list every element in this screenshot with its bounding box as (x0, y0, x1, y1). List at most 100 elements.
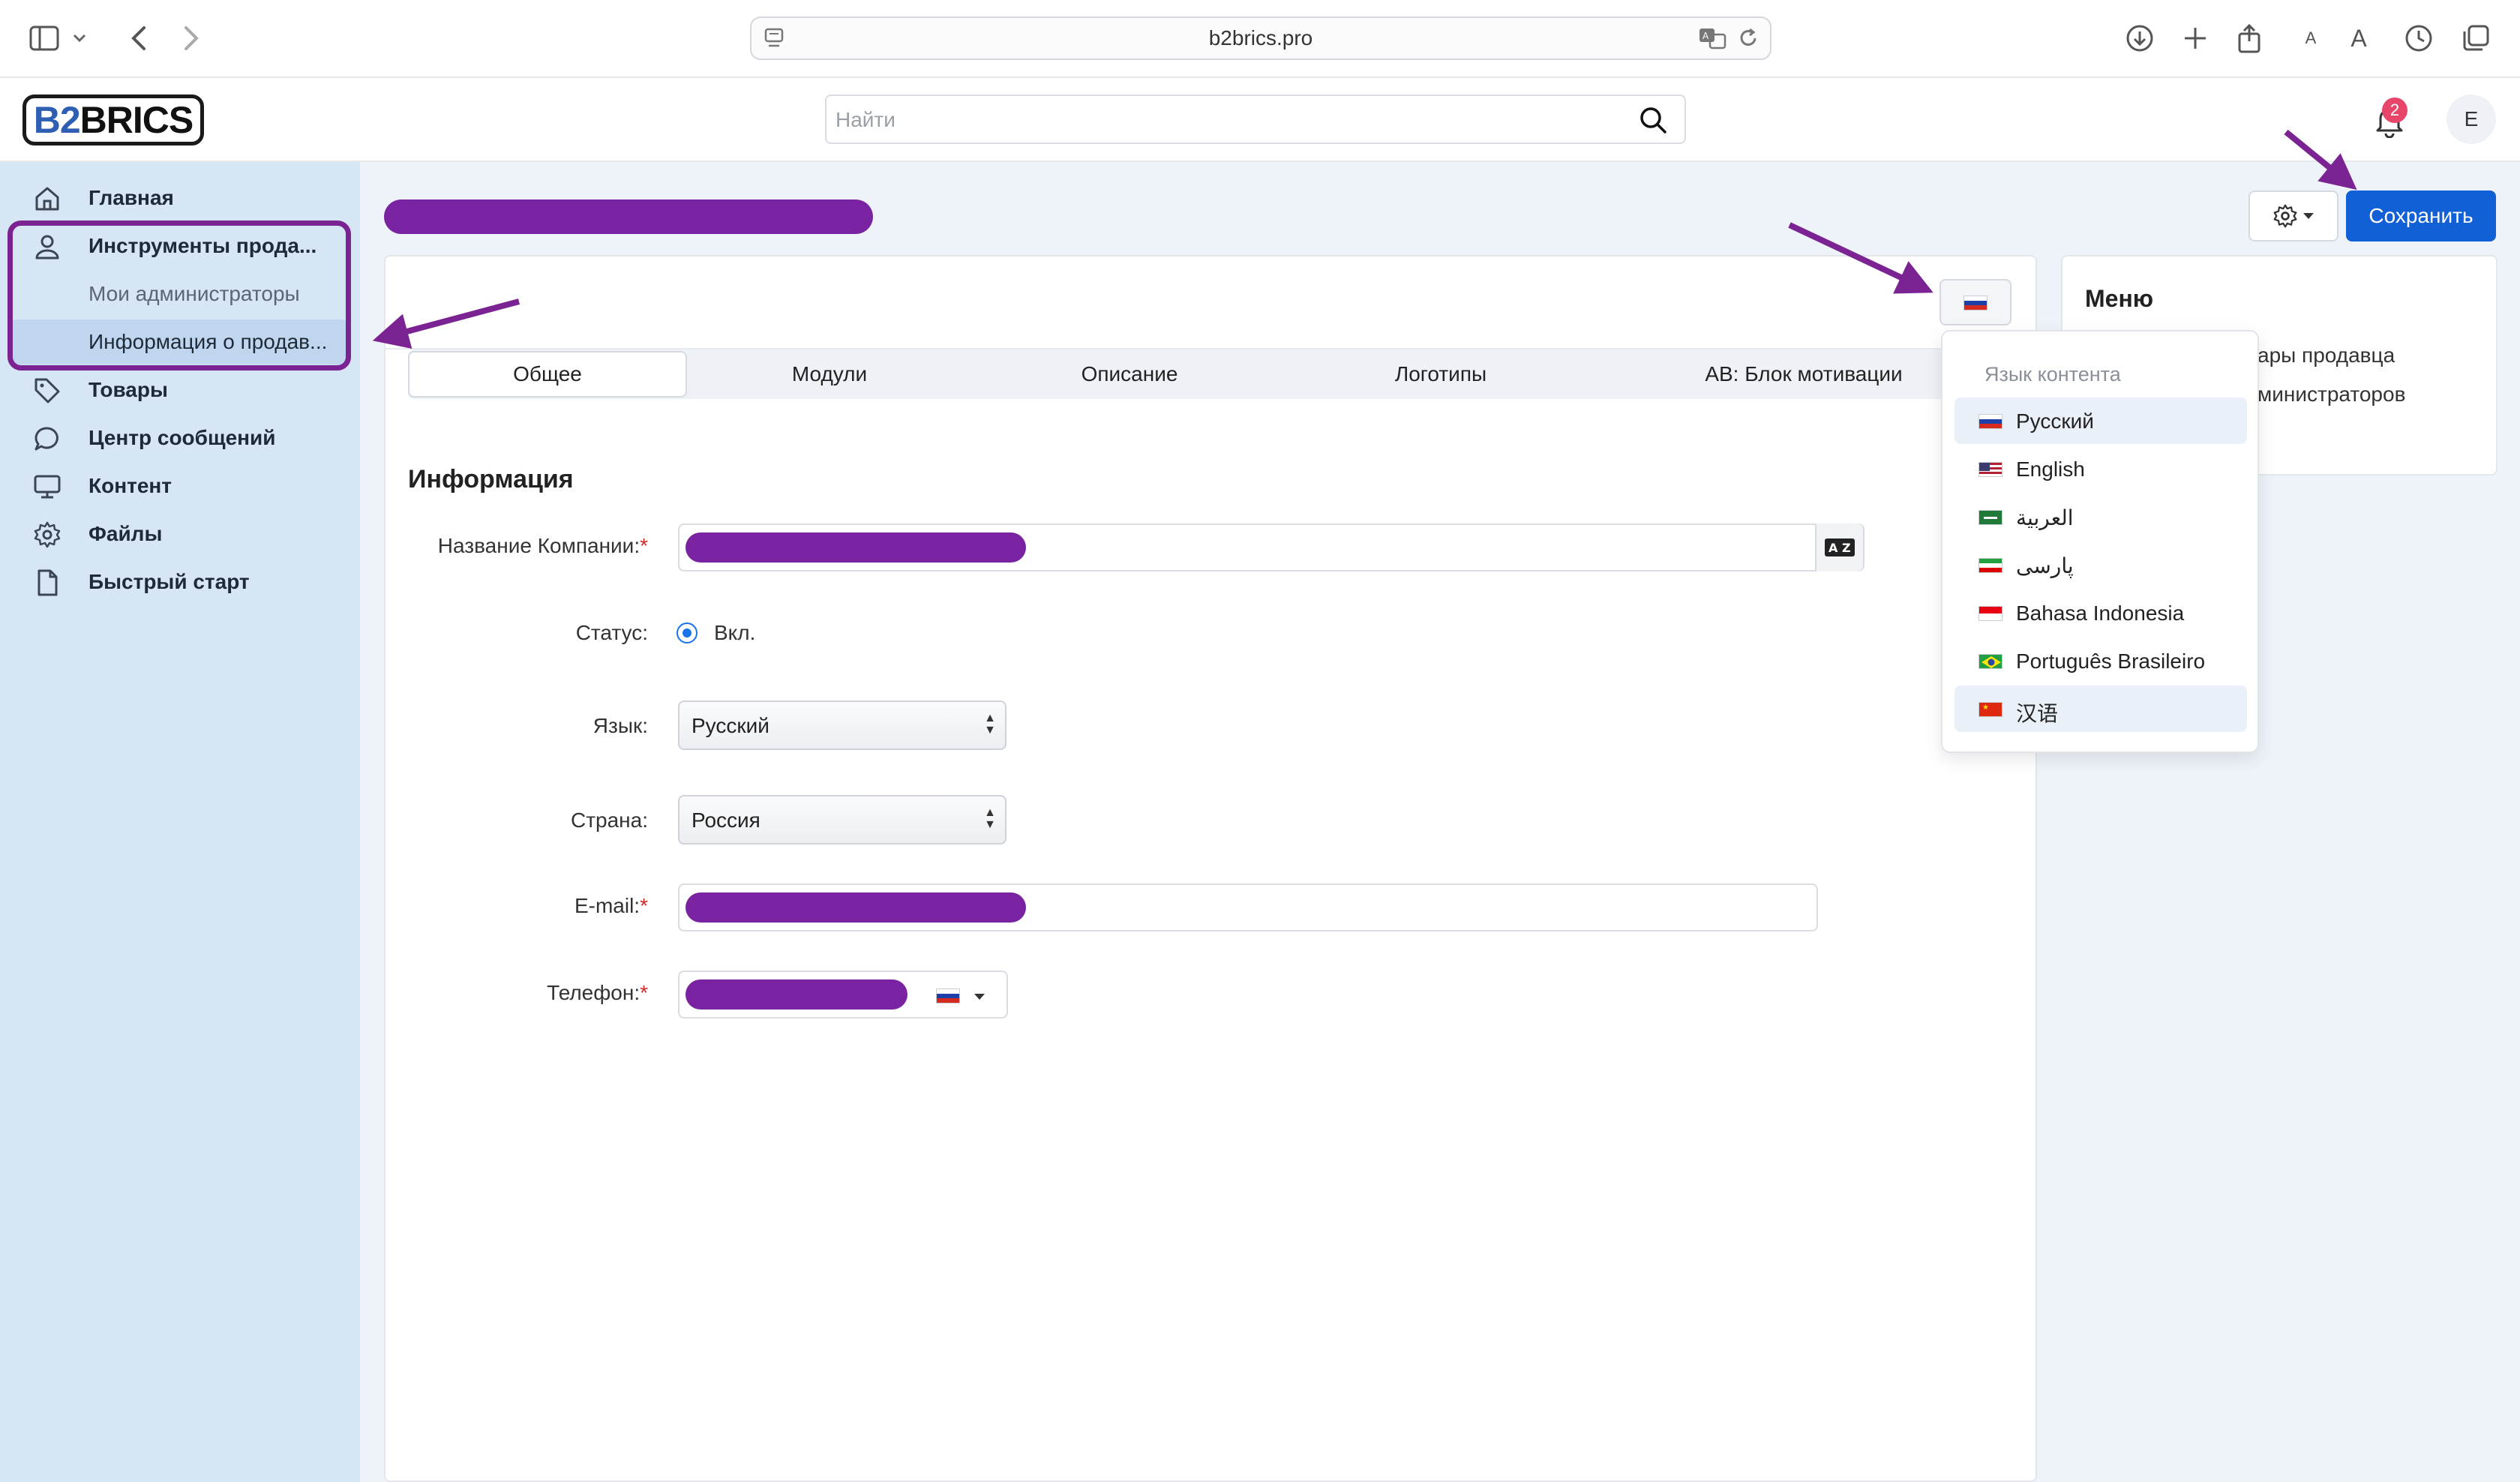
app-header: B2BRICS 2 E (0, 78, 2520, 162)
menu-link-seller-products[interactable]: ары продавца (2258, 344, 2395, 368)
new-tab-icon[interactable] (2174, 16, 2217, 60)
menu-link-administrators[interactable]: министраторов (2258, 382, 2405, 406)
content-language-button[interactable] (1940, 279, 2012, 326)
sidebar-item-products[interactable]: Товары (0, 366, 360, 414)
sidebar-item-files[interactable]: Файлы (0, 510, 360, 558)
redacted-email (686, 892, 1026, 922)
flag-ir-icon (1978, 558, 2002, 573)
language-option-label: English (2016, 458, 2085, 481)
share-icon[interactable] (2228, 16, 2271, 60)
sidebar-item-content[interactable]: Контент (0, 462, 360, 510)
status-on-label: Вкл. (714, 621, 756, 644)
caret-down-icon (974, 994, 985, 1000)
brand-logo[interactable]: B2 BRICS (22, 94, 204, 146)
translate-az-icon: AZ (1825, 538, 1855, 556)
flag-id-icon (1978, 606, 2002, 621)
sidebar-item-label: Центр сообщений (88, 426, 276, 449)
sidebar-item-quick-start[interactable]: Быстрый старт (0, 558, 360, 606)
gear-icon (33, 520, 62, 549)
address-bar[interactable]: b2brics.pro A (750, 16, 1772, 60)
required-mark: * (640, 981, 648, 1004)
search-box (825, 94, 1686, 144)
flag-sa-icon (1978, 510, 2002, 525)
language-option-pt-br[interactable]: Português Brasileiro (1954, 638, 2247, 684)
language-label: Язык: (592, 714, 648, 737)
reload-icon[interactable] (1737, 27, 1760, 53)
tabs-overview-icon[interactable] (2454, 16, 2498, 60)
language-option-en[interactable]: English (1954, 446, 2247, 492)
country-label: Страна: (570, 808, 648, 832)
select-arrows-icon: ▲ ▼ (984, 712, 996, 736)
content-language-dropdown: Язык контента Русский English العربية پا… (1941, 330, 2259, 753)
tab-general[interactable]: Общее (408, 351, 687, 398)
url-text[interactable]: b2brics.pro (752, 18, 1770, 58)
tab-description[interactable]: Описание (972, 350, 1287, 399)
label-text: Телефон: (547, 981, 640, 1004)
search-input[interactable] (836, 102, 1616, 138)
country-select-value: Россия (692, 808, 760, 832)
settings-dropdown-button[interactable] (2248, 190, 2338, 242)
flag-cn-icon: ★ (1978, 702, 2002, 717)
sidebar-item-label: Товары (88, 378, 168, 401)
language-option-label: العربية (2016, 506, 2074, 530)
browser-toolbar: b2brics.pro A A A (0, 0, 2520, 78)
caret-down-icon (2303, 213, 2314, 219)
font-smaller-button[interactable]: A (2289, 16, 2332, 60)
tab-logos[interactable]: Логотипы (1287, 350, 1594, 399)
email-label: E-mail:* (574, 894, 648, 918)
language-option-zh[interactable]: ★ 汉语 (1954, 686, 2247, 732)
company-name-label: Название Компании:* (438, 534, 648, 558)
language-option-ar[interactable]: العربية (1954, 494, 2247, 540)
language-option-id[interactable]: Bahasa Indonesia (1954, 590, 2247, 636)
sidebar-item-label: Файлы (88, 522, 163, 545)
status-label: Статус: (575, 621, 648, 644)
chat-icon (33, 424, 62, 453)
download-icon[interactable] (2118, 16, 2162, 60)
sidebar-toggle-icon[interactable] (22, 16, 66, 60)
status-on-radio[interactable] (676, 622, 698, 644)
language-option-label: پارسی (2016, 554, 2074, 578)
sidebar-item-label: Быстрый старт (88, 570, 250, 593)
search-icon[interactable] (1638, 105, 1668, 139)
back-icon[interactable] (117, 16, 160, 60)
tab-bar: Общее Модули Описание Логотипы AB: Блок … (408, 350, 2013, 399)
forward-icon[interactable] (170, 16, 213, 60)
home-icon (33, 184, 62, 213)
redacted-phone (686, 980, 908, 1010)
language-option-label: 汉语 (2016, 702, 2059, 725)
flag-ru-icon (1964, 296, 1988, 310)
language-select-value: Русский (692, 714, 770, 737)
required-mark: * (640, 534, 648, 557)
language-option-fa[interactable]: پارسی (1954, 542, 2247, 588)
language-option-ru[interactable]: Русский (1954, 398, 2247, 444)
history-icon[interactable] (2397, 16, 2440, 60)
save-button[interactable]: Сохранить (2346, 190, 2496, 242)
page-title-redacted (384, 200, 873, 234)
sidebar-item-home[interactable]: Главная (0, 174, 360, 222)
seller-info-card (384, 255, 2037, 1482)
flag-us-icon (1978, 462, 2002, 477)
language-select[interactable]: Русский ▲ ▼ (678, 700, 1006, 750)
translate-icon[interactable]: A (1698, 26, 1728, 55)
monitor-icon (33, 472, 62, 501)
tag-icon (33, 376, 62, 405)
phone-label: Телефон:* (547, 981, 648, 1005)
svg-text:A: A (1828, 541, 1838, 555)
translate-field-button[interactable]: AZ (1815, 524, 1863, 572)
dropdown-header: Язык контента (1984, 363, 2121, 386)
sidebar-item-label: Контент (88, 474, 172, 497)
font-larger-button[interactable]: A (2337, 16, 2380, 60)
gear-icon (2273, 204, 2297, 228)
user-avatar[interactable]: E (2446, 94, 2496, 144)
country-select[interactable]: Россия ▲ ▼ (678, 795, 1006, 844)
sidebar-item-messages[interactable]: Центр сообщений (0, 414, 360, 462)
chevron-down-icon[interactable] (64, 16, 94, 60)
tab-modules[interactable]: Модули (687, 350, 972, 399)
label-text: E-mail: (574, 894, 640, 917)
flag-ru-icon (936, 988, 960, 1004)
annotation-highlight-box (8, 220, 351, 370)
language-option-label: Bahasa Indonesia (2016, 602, 2185, 625)
section-title: Информация (408, 465, 574, 494)
file-icon (33, 568, 62, 597)
phone-country-select[interactable] (916, 970, 1008, 1018)
